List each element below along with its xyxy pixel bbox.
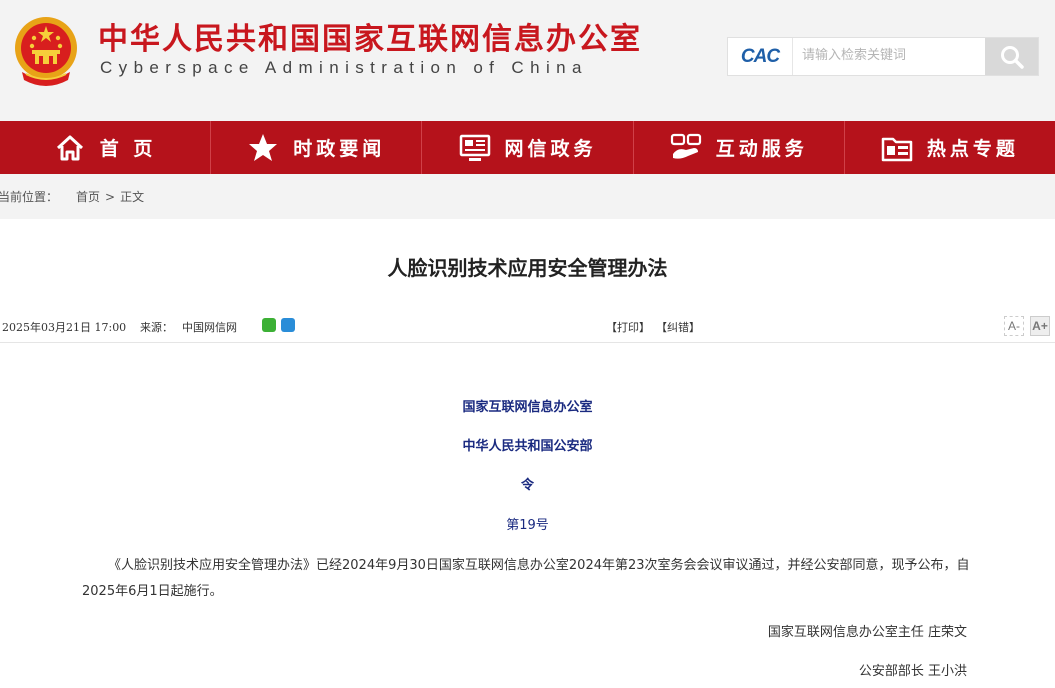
nav-item-label: 时政要闻 (293, 138, 386, 160)
source-name: 中国网信网 (182, 321, 237, 334)
signer-cac: 国家互联网信息办公室主任 庄荣文 (767, 625, 967, 640)
nav-item-label: 首 页 (99, 138, 157, 160)
site-name-en: Cyberspace Administration of China (100, 58, 588, 77)
breadcrumb-current: 正文 (120, 190, 145, 204)
correction-link[interactable]: 【纠错】 (656, 319, 700, 335)
wechat-share-icon[interactable] (262, 318, 276, 332)
font-increase-button[interactable]: A+ (1030, 316, 1050, 336)
article-paragraph: 《人脸识别技术应用安全管理办法》已经2024年9月30日国家互联网信息办公室20… (82, 558, 970, 599)
cac-logo[interactable]: CAC (728, 38, 793, 75)
site-header: 中华人民共和国国家互联网信息办公室 Cyberspace Administrat… (0, 0, 1055, 121)
order-number: 第19号 (506, 518, 549, 533)
nav-item-news[interactable]: 时政要闻 (211, 121, 423, 174)
site-name-cn: 中华人民共和国国家互联网信息办公室 (98, 22, 642, 57)
nav-item-label: 网信政务 (504, 138, 597, 160)
font-decrease-button[interactable]: A- (1004, 316, 1024, 336)
qzone-share-icon[interactable] (281, 318, 295, 332)
monitor-icon (459, 134, 490, 161)
breadcrumb-label: 当前位置： (0, 190, 59, 204)
print-link[interactable]: 【打印】 (606, 319, 650, 335)
home-icon (56, 135, 83, 160)
nav-item-topics[interactable]: 热点专题 (845, 121, 1055, 174)
star-icon (249, 133, 278, 161)
nav-item-home[interactable]: 首 页 (0, 121, 212, 174)
cac-logo-text: CAC (740, 45, 780, 67)
nav-item-label: 热点专题 (926, 138, 1019, 160)
nav-item-services[interactable]: 互动服务 (634, 121, 845, 174)
national-emblem-icon[interactable] (12, 14, 80, 88)
nav-item-affairs[interactable]: 网信政务 (422, 121, 634, 174)
article-title: 人脸识别技术应用安全管理办法 (387, 256, 668, 280)
folder-icon (881, 137, 913, 161)
search-input[interactable] (794, 38, 980, 73)
source-label: 来源： (140, 321, 173, 334)
search-button[interactable] (985, 38, 1038, 75)
article-meta: 2025年03月21日 17:00 来源： 中国网信网 【打印】 【纠错】 A-… (0, 312, 1055, 343)
breadcrumb-home-link[interactable]: 首页 (76, 188, 100, 205)
issuer-cac: 国家互联网信息办公室 (462, 400, 593, 415)
handshake-icon (670, 133, 701, 159)
publish-date: 2025年03月21日 17:00 (2, 321, 127, 334)
breadcrumb: 当前位置： 首页 > 正文 (0, 174, 1055, 219)
nav-item-label: 互动服务 (715, 138, 808, 160)
order-title: 令 (520, 478, 534, 493)
main-nav: 首 页 时政要闻 网信政务 互动服务 热点专题 (0, 121, 1055, 174)
search-box: CAC (727, 37, 1039, 76)
signer-mps: 公安部部长 王小洪 (858, 664, 967, 679)
search-icon (1000, 45, 1024, 69)
breadcrumb-separator: > (105, 189, 116, 204)
issuer-mps: 中华人民共和国公安部 (462, 439, 593, 454)
